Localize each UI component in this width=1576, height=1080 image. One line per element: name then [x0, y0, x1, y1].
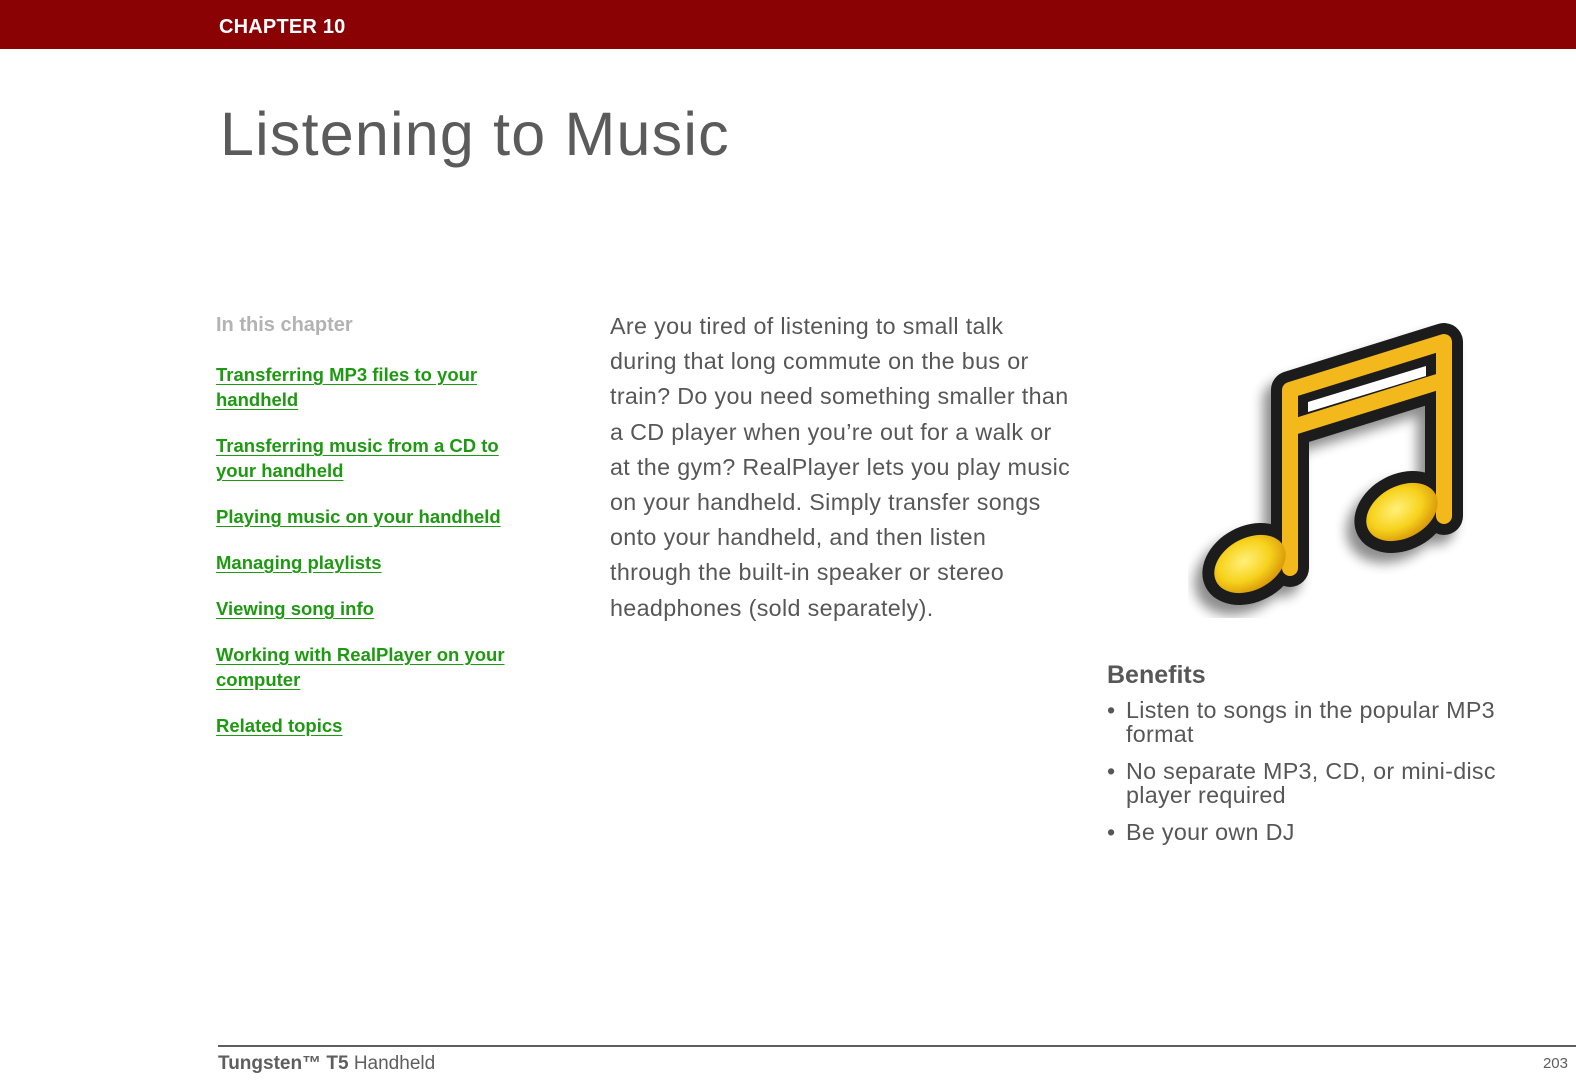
benefit-item: • Listen to songs in the popular MP3 for… [1107, 698, 1557, 746]
toc-link-playing-music[interactable]: Playing music on your handheld [216, 504, 516, 529]
toc-heading: In this chapter [216, 314, 353, 336]
benefit-item: • No separate MP3, CD, or mini-disc play… [1107, 759, 1557, 807]
bullet-icon: • [1107, 697, 1116, 723]
chapter-toc: In this chapter Transferring MP3 files t… [216, 313, 516, 759]
bullet-icon: • [1107, 819, 1116, 845]
page-number: 203 [1542, 1055, 1568, 1072]
page-title: Listening to Music [220, 100, 730, 168]
benefit-text: Be your own DJ [1126, 819, 1295, 845]
bullet-icon: • [1107, 758, 1116, 784]
chapter-label: CHAPTER 10 [219, 16, 346, 38]
toc-link-related-topics[interactable]: Related topics [216, 713, 516, 738]
benefit-text: Listen to songs in the popular MP3 forma… [1126, 697, 1495, 747]
footer-product-suffix: Handheld [348, 1053, 436, 1074]
toc-link-transferring-cd[interactable]: Transferring music from a CD to your han… [216, 433, 516, 483]
toc-link-realplayer-computer[interactable]: Working with RealPlayer on your computer [216, 642, 516, 692]
benefit-text: No separate MP3, CD, or mini-disc player… [1126, 758, 1496, 808]
toc-link-viewing-song-info[interactable]: Viewing song info [216, 596, 516, 621]
benefits-list: • Listen to songs in the popular MP3 for… [1107, 698, 1557, 844]
footer-product-name: Tungsten™ T5 [218, 1053, 349, 1074]
music-note-icon [1188, 318, 1478, 618]
benefits-heading: Benefits [1107, 661, 1206, 689]
chapter-header-bar: CHAPTER 10 [0, 0, 1576, 49]
intro-paragraph: Are you tired of listening to small talk… [610, 313, 1071, 621]
footer-product: Tungsten™ T5 Handheld [218, 1053, 435, 1075]
benefits-section: Benefits • Listen to songs in the popula… [1107, 660, 1557, 857]
benefit-item: • Be your own DJ [1107, 820, 1557, 844]
footer-divider [218, 1045, 1576, 1047]
toc-link-transferring-mp3[interactable]: Transferring MP3 files to your handheld [216, 362, 516, 412]
toc-link-managing-playlists[interactable]: Managing playlists [216, 550, 516, 575]
